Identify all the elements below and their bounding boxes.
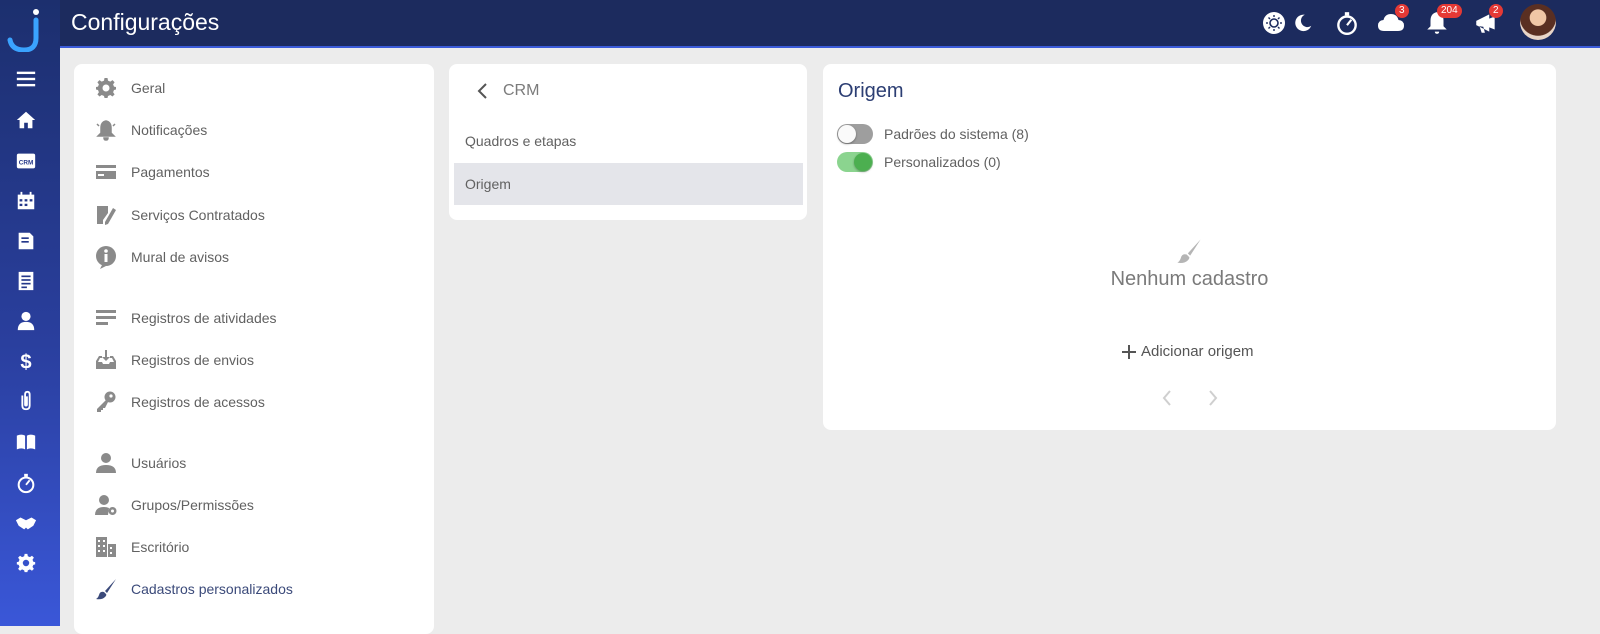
menu-item-grupos-permissoes[interactable]: Grupos/Permissões xyxy=(94,493,254,517)
inbox-download-icon xyxy=(94,348,118,372)
top-bar: Configurações 3 204 2 xyxy=(60,0,1600,46)
menu-item-label: Escritório xyxy=(131,539,190,555)
crm-icon[interactable]: CRM xyxy=(0,143,52,179)
crm-icon-label: CRM xyxy=(19,160,34,167)
notifications-badge: 204 xyxy=(1437,4,1462,18)
crm-panel: CRM Quadros e etapas Origem xyxy=(449,64,807,220)
chevron-left-icon xyxy=(477,83,487,99)
user-gear-icon xyxy=(94,493,118,517)
empty-state-text: Nenhum cadastro xyxy=(1110,268,1269,290)
building-icon xyxy=(94,535,118,559)
toggle-track[interactable] xyxy=(837,152,873,172)
lines-icon xyxy=(94,306,118,330)
info-icon xyxy=(94,245,118,269)
brush-icon xyxy=(94,577,118,601)
brush-icon xyxy=(1177,239,1201,263)
menu-item-registros-de-envios[interactable]: Registros de envios xyxy=(94,348,254,372)
menu-item-label: Registros de atividades xyxy=(131,310,277,326)
menu-item-label: Registros de acessos xyxy=(131,394,265,410)
stopwatch-icon[interactable] xyxy=(1334,10,1360,36)
menu-item-escritorio[interactable]: Escritório xyxy=(94,535,189,559)
toggle-track[interactable] xyxy=(837,124,873,144)
menu-icon[interactable] xyxy=(0,61,52,97)
page-title: Configurações xyxy=(71,9,220,35)
menu-item-registros-de-atividades[interactable]: Registros de atividades xyxy=(94,306,277,330)
crm-item-quadros-e-etapas[interactable]: Quadros e etapas xyxy=(454,120,803,162)
add-origem-button[interactable]: Adicionar origem xyxy=(1121,343,1254,360)
avatar[interactable] xyxy=(1520,4,1556,40)
crm-panel-title: CRM xyxy=(503,82,540,99)
light-theme-icon[interactable] xyxy=(1261,10,1287,36)
crm-item-origem[interactable]: Origem xyxy=(454,163,803,205)
chevron-right-icon xyxy=(1209,390,1218,406)
menu-item-pagamentos[interactable]: Pagamentos xyxy=(94,160,210,184)
app-logo[interactable] xyxy=(6,8,40,52)
svg-text:$: $ xyxy=(20,351,31,372)
home-icon[interactable] xyxy=(0,102,52,138)
toggle-padroes-do-sistema[interactable]: Padrões do sistema (8) xyxy=(837,124,1029,144)
plus-icon xyxy=(1122,344,1136,359)
menu-item-registros-de-acessos[interactable]: Registros de acessos xyxy=(94,390,265,414)
menu-item-label: Cadastros personalizados xyxy=(131,581,293,597)
add-origem-label: Adicionar origem xyxy=(1141,343,1254,360)
menu-item-mural-de-avisos[interactable]: Mural de avisos xyxy=(94,245,229,269)
crm-item-label: Quadros e etapas xyxy=(465,133,577,149)
bell-icon xyxy=(94,118,118,142)
paperclip-icon[interactable] xyxy=(0,383,52,419)
crm-item-label: Origem xyxy=(465,176,511,192)
dark-theme-icon[interactable] xyxy=(1292,10,1314,36)
cloud-icon[interactable]: 3 xyxy=(1377,4,1409,36)
menu-item-usuarios[interactable]: Usuários xyxy=(94,451,186,475)
origem-panel: Origem Padrões do sistema (8) Personaliz… xyxy=(823,64,1556,430)
megaphone-icon[interactable]: 2 xyxy=(1473,4,1503,36)
left-rail: CRM $ xyxy=(0,0,60,626)
menu-item-label: Serviços Contratados xyxy=(131,207,265,223)
toggle-label: Personalizados (0) xyxy=(884,154,1001,170)
book-icon[interactable] xyxy=(0,424,52,460)
gear-icon[interactable] xyxy=(0,545,52,581)
next-page-button[interactable] xyxy=(1203,387,1223,409)
menu-item-label: Pagamentos xyxy=(131,164,210,180)
previous-page-button[interactable] xyxy=(1157,387,1177,409)
menu-item-label: Registros de envios xyxy=(131,352,254,368)
menu-item-label: Usuários xyxy=(131,455,187,471)
user-icon[interactable] xyxy=(0,303,52,339)
menu-item-label: Geral xyxy=(131,80,166,96)
toggle-personalizados[interactable]: Personalizados (0) xyxy=(837,152,1001,172)
announcements-badge: 2 xyxy=(1489,4,1503,18)
cloud-badge: 3 xyxy=(1395,4,1409,18)
bell-icon[interactable]: 204 xyxy=(1424,4,1462,36)
menu-item-cadastros-personalizados[interactable]: Cadastros personalizados xyxy=(94,577,293,601)
menu-item-servicos-contratados[interactable]: Serviços Contratados xyxy=(94,203,265,227)
menu-item-notificacoes[interactable]: Notificações xyxy=(94,118,207,142)
menu-item-geral[interactable]: Geral xyxy=(94,76,165,100)
stopwatch-icon[interactable] xyxy=(0,465,52,501)
document-icon[interactable] xyxy=(0,223,52,259)
gear-icon xyxy=(94,76,118,100)
menu-item-label: Grupos/Permissões xyxy=(131,497,254,513)
toggle-knob xyxy=(854,153,872,171)
back-button[interactable]: CRM xyxy=(475,82,539,100)
toggle-knob xyxy=(838,125,856,143)
document-edit-icon xyxy=(94,203,118,227)
user-icon xyxy=(94,451,118,475)
menu-item-label: Mural de avisos xyxy=(131,249,230,265)
calendar-icon[interactable] xyxy=(0,183,52,219)
settings-menu-panel: Geral Notificações Pagamentos Serviços C… xyxy=(74,64,434,634)
toggle-label: Padrões do sistema (8) xyxy=(884,126,1029,142)
key-icon xyxy=(94,390,118,414)
section-title: Origem xyxy=(838,80,904,102)
credit-card-icon xyxy=(94,160,118,184)
list-document-icon[interactable] xyxy=(0,263,52,299)
dollar-icon[interactable]: $ xyxy=(0,343,52,379)
chevron-left-icon xyxy=(1162,390,1171,406)
handshake-icon[interactable] xyxy=(0,505,52,541)
menu-item-label: Notificações xyxy=(131,122,208,138)
